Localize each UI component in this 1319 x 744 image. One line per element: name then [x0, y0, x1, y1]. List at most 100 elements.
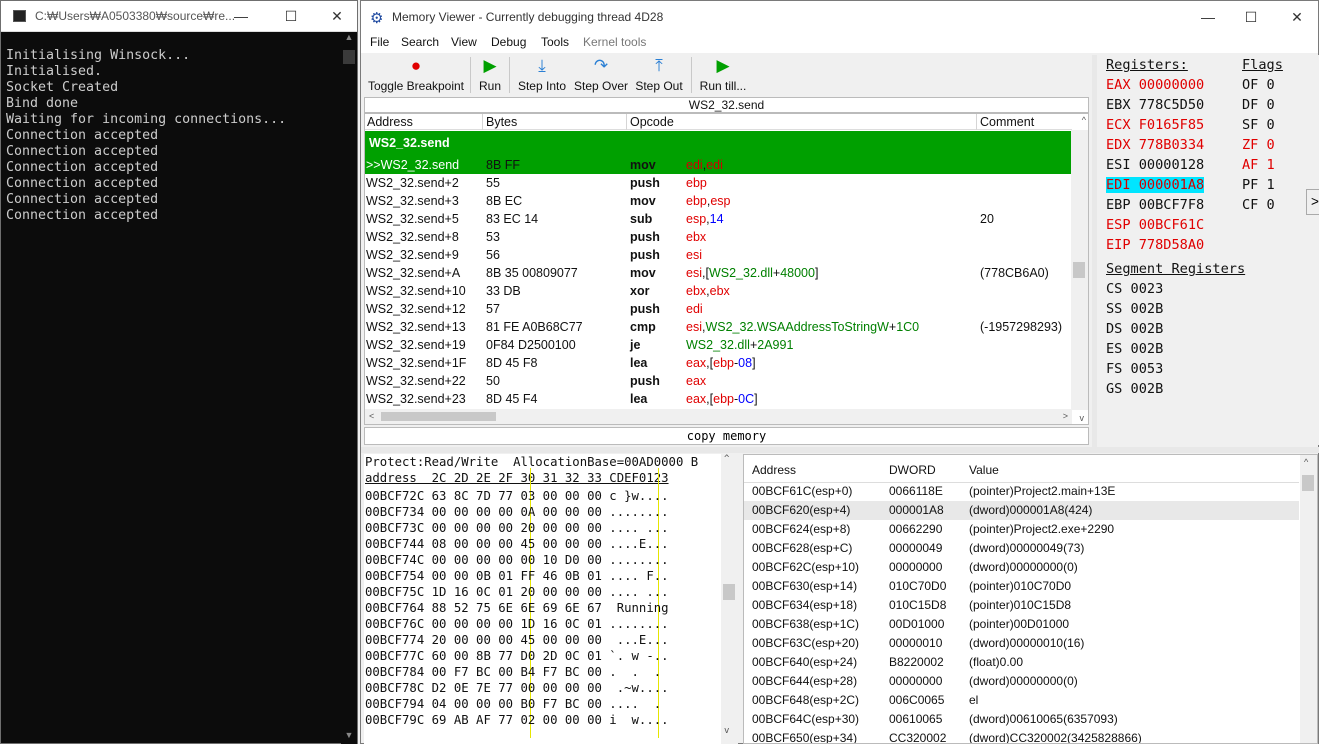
register-edi[interactable]: EDI 000001A8 [1106, 177, 1205, 193]
stack-row[interactable]: 00BCF634(esp+18) 010C15D8 (pointer)010C15D… [744, 596, 1299, 615]
horizontal-splitter[interactable] [361, 447, 1319, 453]
copy-memory-button[interactable]: copy memory [364, 427, 1089, 445]
minimize-icon[interactable]: — [1198, 7, 1218, 27]
disasm-row[interactable]: WS2_32.send+12 57 push edi [365, 300, 1072, 318]
disasm-row[interactable]: WS2_32.send+5 83 EC 14 sub esp,14 20 [365, 210, 1072, 228]
toggle-breakpoint-button[interactable]: ● Toggle Breakpoint [367, 53, 465, 97]
stack-row[interactable]: 00BCF63C(esp+20) 00000010 (dword)00000010(… [744, 634, 1299, 653]
hex-row[interactable]: 00BCF72C 63 8C 7D 77 03 00 00 00 c }w...… [365, 488, 669, 504]
segment-ss[interactable]: SS 002B [1106, 301, 1163, 317]
disassembler-view[interactable]: Address Bytes Opcode Comment WS2_32.send… [364, 113, 1089, 425]
col-stack-dword[interactable]: DWORD [889, 463, 936, 477]
flag-df[interactable]: DF 0 [1242, 97, 1275, 113]
stack-row[interactable]: 00BCF650(esp+34) CC320002 (dword)CC320002(… [744, 729, 1299, 743]
hex-scrollbar[interactable]: ^ v [721, 454, 738, 744]
hex-row[interactable]: 00BCF74C 00 00 00 00 00 10 D0 00 .......… [365, 552, 669, 568]
minimize-icon[interactable]: — [231, 6, 251, 26]
hex-row[interactable]: 00BCF774 20 00 00 00 45 00 00 00 ...E... [365, 632, 669, 648]
disassembler-hscroll[interactable]: < > [365, 409, 1072, 424]
register-edx[interactable]: EDX 778B0334 [1106, 137, 1204, 153]
stack-row[interactable]: 00BCF640(esp+24) B8220002 (float)0.00 [744, 653, 1299, 672]
menu-view[interactable]: View [451, 35, 477, 49]
flag-af[interactable]: AF 1 [1242, 157, 1275, 173]
hex-row[interactable]: 00BCF744 08 00 00 00 45 00 00 00 ....E..… [365, 536, 669, 552]
step-into-button[interactable]: ⤓ Step Into [515, 53, 569, 97]
flag-sf[interactable]: SF 0 [1242, 117, 1275, 133]
stack-row[interactable]: 00BCF64C(esp+30) 00610065 (dword)00610065(… [744, 710, 1299, 729]
flag-cf[interactable]: CF 0 [1242, 197, 1275, 213]
step-out-button[interactable]: ⤒ Step Out [633, 53, 685, 97]
stack-row[interactable]: 00BCF620(esp+4) 000001A8 (dword)000001A8(4… [744, 501, 1299, 520]
stack-row[interactable]: 00BCF61C(esp+0) 0066118E (pointer)Project2… [744, 482, 1299, 501]
vertical-splitter[interactable] [1092, 55, 1097, 447]
disasm-row[interactable]: WS2_32.send+A 8B 35 00809077 mov esi,[WS2_3… [365, 264, 1072, 282]
stack-row[interactable]: 00BCF644(esp+28) 00000000 (dword)00000000(… [744, 672, 1299, 691]
disasm-row[interactable]: WS2_32.send+23 8D 45 F4 lea eax,[ebp-0C] [365, 390, 1072, 408]
menu-debug[interactable]: Debug [491, 35, 526, 49]
stack-row[interactable]: 00BCF638(esp+1C) 00D01000 (pointer)00D0100… [744, 615, 1299, 634]
stack-row[interactable]: 00BCF630(esp+14) 010C70D0 (pointer)010C70D… [744, 577, 1299, 596]
stack-row[interactable]: 00BCF624(esp+8) 00662290 (pointer)Project2… [744, 520, 1299, 539]
segment-gs[interactable]: GS 002B [1106, 381, 1163, 397]
stack-row[interactable]: 00BCF628(esp+C) 00000049 (dword)00000049(7… [744, 539, 1299, 558]
disassembler-vscroll[interactable] [1071, 130, 1088, 410]
hex-row[interactable]: 00BCF77C 60 00 8B 77 D0 2D 0C 01 `. w -.… [365, 648, 669, 664]
flag-pf[interactable]: PF 1 [1242, 177, 1275, 193]
disasm-row[interactable]: WS2_32.send+8 53 push ebx [365, 228, 1072, 246]
stack-view[interactable]: Address DWORD Value 00BCF61C(esp+0) 00661… [743, 454, 1318, 744]
col-comment[interactable]: Comment [980, 115, 1034, 129]
menu-kernel-tools[interactable]: Kernel tools [583, 35, 646, 49]
segment-ds[interactable]: DS 002B [1106, 321, 1163, 337]
register-esp[interactable]: ESP 00BCF61C [1106, 217, 1204, 233]
register-eip[interactable]: EIP 778D58A0 [1106, 237, 1204, 253]
hex-row[interactable]: 00BCF73C 00 00 00 00 20 00 00 00 .... ..… [365, 520, 669, 536]
disasm-row[interactable]: WS2_32.send+2 55 push ebp [365, 174, 1072, 192]
run-till-button[interactable]: ▶ Run till... [697, 53, 749, 97]
close-icon[interactable]: ✕ [327, 6, 347, 26]
col-stack-value[interactable]: Value [969, 463, 999, 477]
close-icon[interactable]: ✕ [1287, 7, 1307, 27]
col-stack-address[interactable]: Address [752, 463, 796, 477]
expand-registers-button[interactable]: > [1306, 189, 1319, 215]
stack-scrollbar[interactable]: ^ [1300, 455, 1317, 743]
register-ebx[interactable]: EBX 778C5D50 [1106, 97, 1204, 113]
titlebar[interactable]: ⚙ Memory Viewer - Currently debugging th… [361, 1, 1318, 33]
hex-row[interactable]: 00BCF75C 1D 16 0C 01 20 00 00 00 .... ..… [365, 584, 669, 600]
scroll-up-icon[interactable]: ^ [1082, 115, 1086, 125]
disasm-row[interactable]: WS2_32.send+22 50 push eax [365, 372, 1072, 390]
disasm-row[interactable]: WS2_32.send+10 33 DB xor ebx,ebx [365, 282, 1072, 300]
segment-fs[interactable]: FS 0053 [1106, 361, 1163, 377]
hex-row[interactable]: 00BCF76C 00 00 00 00 1D 16 0C 01 .......… [365, 616, 669, 632]
menu-tools[interactable]: Tools [541, 35, 569, 49]
hex-row[interactable]: 00BCF79C 69 AB AF 77 02 00 00 00 i w.... [365, 712, 669, 728]
hex-view[interactable]: Protect:Read/Write AllocationBase=00AD00… [364, 454, 738, 744]
run-button[interactable]: ▶ Run [475, 53, 505, 97]
disasm-row[interactable]: WS2_32.send+3 8B EC mov ebp,esp [365, 192, 1072, 210]
hex-row[interactable]: 00BCF784 00 F7 BC 00 B4 F7 BC 00 . . . [365, 664, 661, 680]
stack-row[interactable]: 00BCF62C(esp+10) 00000000 (dword)00000000(… [744, 558, 1299, 577]
segment-cs[interactable]: CS 0023 [1106, 281, 1163, 297]
stack-row[interactable]: 00BCF648(esp+2C) 006C0065 el [744, 691, 1299, 710]
col-opcode[interactable]: Opcode [630, 115, 674, 129]
menu-file[interactable]: File [370, 35, 389, 49]
disasm-row[interactable]: WS2_32.send+13 81 FE A0B68C77 cmp esi,WS2_3… [365, 318, 1072, 336]
flag-zf[interactable]: ZF 0 [1242, 137, 1275, 153]
register-eax[interactable]: EAX 00000000 [1106, 77, 1204, 93]
disasm-row[interactable]: WS2_32.send+1F 8D 45 F8 lea eax,[ebp-08] [365, 354, 1072, 372]
col-address[interactable]: Address [367, 115, 413, 129]
disasm-row[interactable]: WS2_32.send+19 0F84 D2500100 je WS2_32.dll+… [365, 336, 1072, 354]
hex-row[interactable]: 00BCF794 04 00 00 00 B0 F7 BC 00 .... . [365, 696, 661, 712]
disasm-row[interactable]: WS2_32.send+9 56 push esi [365, 246, 1072, 264]
console-scrollbar[interactable]: ▲ ▼ [341, 32, 357, 744]
scroll-down-icon[interactable]: v [1080, 413, 1085, 423]
disasm-row[interactable]: >>WS2_32.send 8B FF mov edi,edi [365, 156, 1072, 174]
register-ecx[interactable]: ECX F0165F85 [1106, 117, 1204, 133]
menu-search[interactable]: Search [401, 35, 439, 49]
step-over-button[interactable]: ↷ Step Over [573, 53, 629, 97]
hex-row[interactable]: 00BCF764 88 52 75 6E 6E 69 6E 67 Running [365, 600, 669, 616]
col-bytes[interactable]: Bytes [486, 115, 517, 129]
segment-es[interactable]: ES 002B [1106, 341, 1163, 357]
maximize-icon[interactable]: ☐ [281, 6, 301, 26]
register-ebp[interactable]: EBP 00BCF7F8 [1106, 197, 1204, 213]
register-esi[interactable]: ESI 00000128 [1106, 157, 1204, 173]
